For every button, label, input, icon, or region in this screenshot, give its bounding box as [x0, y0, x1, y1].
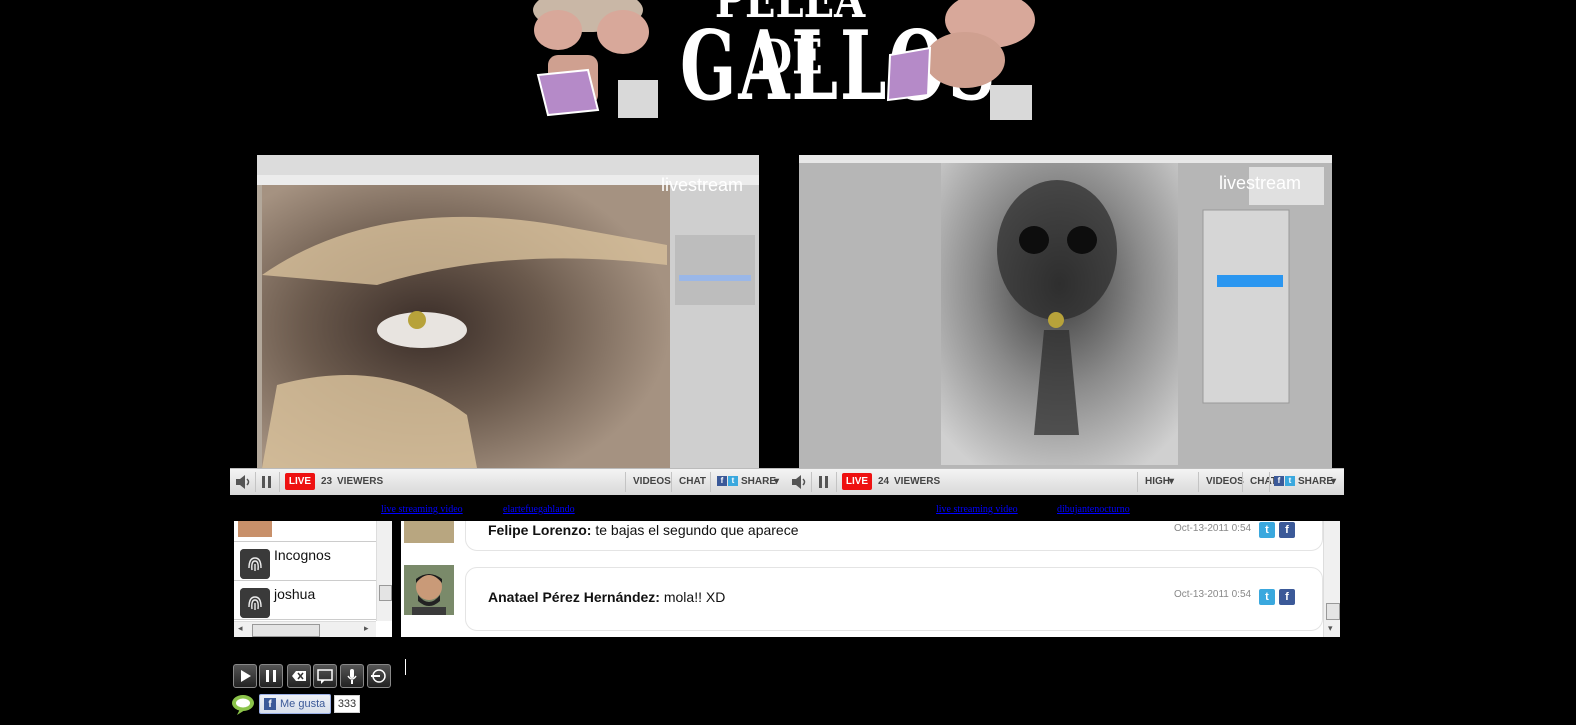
microphone-button[interactable] — [340, 664, 364, 688]
twitter-icon[interactable]: t — [1259, 522, 1275, 538]
volume-icon[interactable] — [234, 474, 252, 490]
avatar — [404, 521, 454, 543]
left-player-controls: LIVE 23 VIEWERS VIDEOS CHAT f t SHARE ▾ — [230, 468, 788, 495]
facebook-icon: f — [264, 698, 276, 710]
message-text: mola!! XD — [663, 589, 726, 605]
right-video-player[interactable]: livestream — [799, 155, 1332, 468]
left-channel-link[interactable]: elartefuegahlando — [503, 504, 575, 515]
chat-panel: Felipe Lorenzo: te bajas el segundo que … — [401, 521, 1340, 637]
list-item[interactable]: Incognos — [234, 542, 376, 581]
chat-button[interactable]: CHAT — [1250, 476, 1277, 487]
facebook-icon[interactable]: f — [717, 476, 727, 486]
message-author[interactable]: Anatael Pérez Hernández: — [488, 589, 660, 605]
twitter-icon[interactable]: t — [1259, 589, 1275, 605]
quality-chevron-icon[interactable]: ▾ — [1169, 476, 1174, 487]
left-fighter-illustration — [533, 0, 658, 118]
facebook-icon[interactable]: f — [1279, 522, 1295, 538]
viewer-list: Incognos joshua ◂ ▸ — [234, 521, 392, 637]
twitter-icon[interactable]: t — [728, 476, 738, 486]
viewers-label: VIEWERS — [337, 476, 384, 487]
viewers-label: VIEWERS — [894, 476, 941, 487]
live-badge: LIVE — [842, 473, 872, 490]
live-badge: LIVE — [285, 473, 315, 490]
share-button[interactable]: SHARE — [741, 476, 776, 487]
left-video-player[interactable]: livestream — [257, 155, 759, 468]
right-player-controls: LIVE 24 VIEWERS HIGH ▾ VIDEOS CHAT f t S… — [788, 468, 1344, 495]
chat-button[interactable]: CHAT — [679, 476, 706, 487]
avatar — [238, 521, 272, 537]
user-list-scrollbar[interactable] — [376, 521, 392, 621]
message-date: Oct-13-2011 0:54 — [1174, 589, 1252, 600]
comments-icon[interactable] — [231, 694, 255, 721]
videos-button[interactable]: VIDEOS — [1206, 476, 1244, 487]
svg-text:livestream: livestream — [661, 175, 743, 195]
share-button[interactable]: SHARE — [1298, 476, 1333, 487]
facebook-like-button[interactable]: f Me gusta — [259, 694, 331, 714]
svg-text:livestream: livestream — [1219, 173, 1301, 193]
volume-icon[interactable] — [790, 474, 808, 490]
pause-icon[interactable] — [261, 474, 273, 490]
chat-scrollbar[interactable]: ▾ — [1323, 521, 1340, 637]
left-live-streaming-link[interactable]: live streaming video — [381, 504, 463, 515]
user-name: Incognos — [274, 547, 331, 563]
right-fighter-illustration — [886, 0, 1035, 120]
viewers-count: 23 — [321, 476, 333, 487]
share-chevron-icon[interactable]: ▾ — [774, 476, 779, 487]
user-list-horizontal-scrollbar[interactable]: ◂ ▸ — [234, 621, 376, 637]
left-video-frame: livestream — [257, 155, 759, 468]
fingerprint-icon — [240, 549, 270, 579]
list-item[interactable]: joshua — [234, 581, 376, 620]
pause-icon[interactable] — [818, 474, 830, 490]
chat-message: Anatael Pérez Hernández: mola!! XD Oct-1… — [401, 563, 1323, 631]
quality-button[interactable]: HIGH — [1145, 476, 1170, 487]
share-chevron-icon[interactable]: ▾ — [1331, 476, 1336, 487]
chat-bubble-button[interactable] — [313, 664, 337, 688]
twitter-icon[interactable]: t — [1285, 476, 1295, 486]
text-cursor — [405, 659, 406, 675]
like-label: Me gusta — [280, 698, 326, 710]
user-name: joshua — [274, 586, 316, 602]
fingerprint-icon — [240, 588, 270, 618]
message-text: te bajas el segundo que aparece — [595, 522, 799, 538]
message-date: Oct-13-2011 0:54 — [1174, 523, 1252, 534]
pause-button[interactable] — [259, 664, 283, 688]
videos-button[interactable]: VIDEOS — [633, 476, 671, 487]
facebook-icon[interactable]: f — [1279, 589, 1295, 605]
viewers-count: 24 — [878, 476, 890, 487]
facebook-icon[interactable]: f — [1274, 476, 1284, 486]
clear-button[interactable] — [287, 664, 311, 688]
site-header: PELEA DE GALLOS — [520, 0, 1060, 125]
site-logo: GALLOS — [680, 9, 998, 123]
play-button[interactable] — [233, 664, 257, 688]
chat-message: Felipe Lorenzo: te bajas el segundo que … — [401, 521, 1323, 551]
right-channel-link[interactable]: dibujantenocturno — [1057, 504, 1130, 515]
avatar — [404, 565, 454, 615]
list-item[interactable] — [234, 521, 376, 542]
right-video-frame: livestream — [799, 155, 1332, 468]
like-count: 333 — [334, 695, 360, 713]
right-live-streaming-link[interactable]: live streaming video — [936, 504, 1018, 515]
exit-button[interactable] — [367, 664, 391, 688]
message-author[interactable]: Felipe Lorenzo: — [488, 522, 591, 538]
